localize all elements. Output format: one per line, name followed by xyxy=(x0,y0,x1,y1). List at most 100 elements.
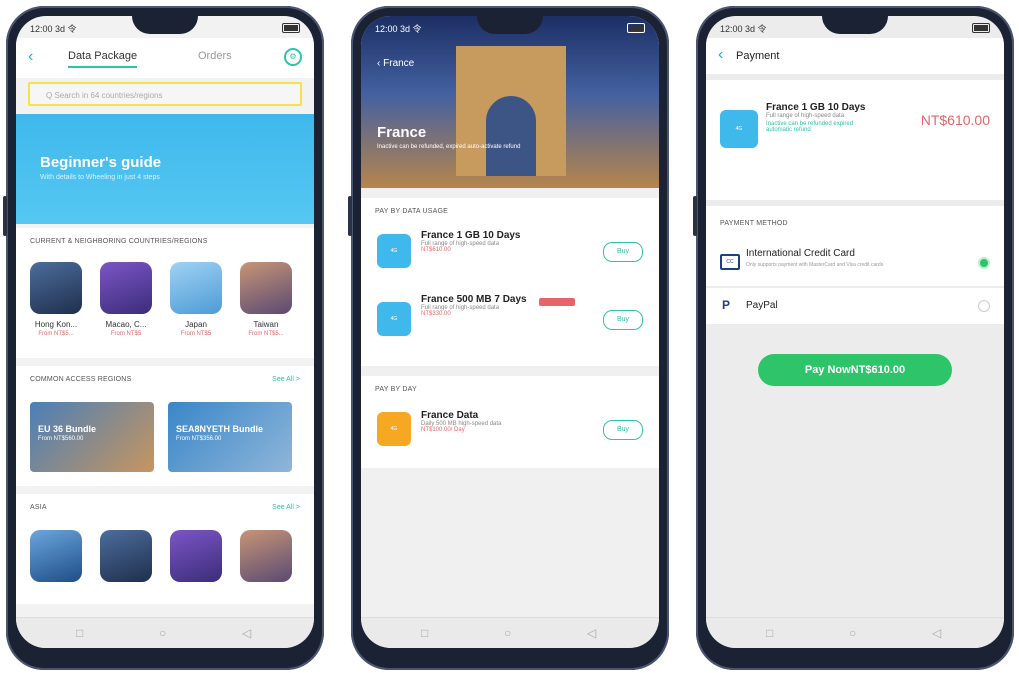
destination-name: Japan xyxy=(185,320,207,329)
buy-button[interactable]: Buy xyxy=(603,310,643,330)
product-desc: Full range of high-speed data xyxy=(766,113,845,119)
phone-data-package: 12:00 3d 令 ‹ Data Package Orders ⚙ Q Sea… xyxy=(3,6,324,670)
back-icon[interactable]: ‹ xyxy=(28,48,33,66)
tab-orders[interactable]: Orders xyxy=(198,50,232,62)
destination-thumb[interactable] xyxy=(30,530,82,582)
battery-icon xyxy=(972,23,990,33)
back-title[interactable]: ‹ France xyxy=(377,58,414,69)
back-nav-icon[interactable]: ◁ xyxy=(242,626,251,640)
destination-thumb[interactable] xyxy=(240,262,292,314)
system-nav-bar: □ ○ ◁ xyxy=(706,617,1004,648)
header: ‹ Payment xyxy=(706,38,1004,74)
package-title: France Data xyxy=(421,410,479,421)
section-title: CURRENT & NEIGHBORING COUNTRIES/REGIONS xyxy=(30,238,208,245)
package-icon: 4G xyxy=(377,234,411,268)
phone-france-packages: 12:00 3d 令 ‹ France France Inactive can … xyxy=(348,6,669,670)
radio-selected[interactable] xyxy=(978,257,990,269)
section-title: COMMON ACCESS REGIONS xyxy=(30,376,132,383)
see-all-link[interactable]: See All > xyxy=(272,504,300,511)
package-item[interactable]: France 1 GB 10 Days Full range of high-s… xyxy=(421,230,571,253)
phone-payment: 12:00 3d 令 ‹ Payment 4G France 1 GB 10 D… xyxy=(693,6,1014,670)
guide-title: Beginner's guide xyxy=(40,154,162,171)
destination-price: From NT$5... xyxy=(38,331,74,337)
back-icon[interactable]: ‹ xyxy=(718,46,723,64)
bundle-title: EU 36 Bundle xyxy=(38,424,97,434)
destination-thumb[interactable] xyxy=(170,262,222,314)
bundle-subtitle: From NT$356.00 xyxy=(176,436,222,442)
order-summary-card: 4G France 1 GB 10 Days Full range of hig… xyxy=(706,80,1004,200)
payment-method-header: PAYMENT METHOD xyxy=(706,206,1004,240)
destination-name: Macao, C... xyxy=(105,320,147,329)
destination-thumb[interactable] xyxy=(30,262,82,314)
bundle-banner[interactable]: EU 36 Bundle From NT$560.00 xyxy=(30,402,154,472)
battery-icon xyxy=(627,23,645,33)
system-nav-bar: □ ○ ◁ xyxy=(361,617,659,648)
package-icon: 4G xyxy=(377,412,411,446)
asia-card: ASIA See All > xyxy=(16,494,314,604)
recent-apps-icon[interactable]: □ xyxy=(421,626,428,640)
back-nav-icon[interactable]: ◁ xyxy=(932,626,941,640)
beginners-guide-banner[interactable]: Beginner's guide With details to Wheelin… xyxy=(16,114,314,224)
common-regions-card: COMMON ACCESS REGIONS See All > EU 36 Bu… xyxy=(16,366,314,486)
tab-data-package[interactable]: Data Package xyxy=(68,50,138,68)
credit-card-icon: CC xyxy=(720,254,740,270)
destination-thumb[interactable] xyxy=(240,530,292,582)
method-name: PayPal xyxy=(746,300,778,311)
pay-by-day-card: PAY BY DAY 4G France Data Daily 500 MB h… xyxy=(361,376,659,468)
back-icon[interactable]: ‹ xyxy=(377,58,380,69)
radio-unselected[interactable] xyxy=(978,300,990,312)
home-icon[interactable]: ○ xyxy=(159,626,166,640)
destination-price: From NT$5 xyxy=(180,331,212,337)
order-price: NT$610.00 xyxy=(920,112,990,128)
package-icon: 4G xyxy=(377,302,411,336)
status-time: 12:00 3d 令 xyxy=(375,24,422,34)
guide-subtitle: With details to Wheeling in just 4 steps xyxy=(40,174,160,181)
data-package-screen: 12:00 3d 令 ‹ Data Package Orders ⚙ Q Sea… xyxy=(16,16,314,648)
france-screen: 12:00 3d 令 ‹ France France Inactive can … xyxy=(361,16,659,648)
product-title: France 1 GB 10 Days xyxy=(766,102,866,113)
package-title: France 1 GB 10 Days xyxy=(421,230,521,241)
system-nav-bar: □ ○ ◁ xyxy=(16,617,314,648)
search-input[interactable]: Q Search in 64 countries/regions xyxy=(28,82,302,106)
section-title: PAY BY DAY xyxy=(375,386,417,393)
buy-button[interactable]: Buy xyxy=(603,242,643,262)
hero-note: Inactive can be refunded, expired auto-a… xyxy=(377,144,521,150)
status-time: 12:00 3d 令 xyxy=(30,24,77,34)
recent-apps-icon[interactable]: □ xyxy=(766,626,773,640)
paypal-icon: P xyxy=(722,298,731,312)
home-icon[interactable]: ○ xyxy=(849,626,856,640)
product-note: Inactive can be refunded expired automat… xyxy=(766,121,854,133)
recent-apps-icon[interactable]: □ xyxy=(76,626,83,640)
see-all-link[interactable]: See All > xyxy=(272,376,300,383)
page-title: Payment xyxy=(736,50,780,62)
destination-thumb[interactable] xyxy=(100,530,152,582)
payment-option-credit-card[interactable]: CC International Credit Card Only suppor… xyxy=(706,240,1004,286)
package-price: NT$330.00 xyxy=(421,311,451,317)
current-regions-card: CURRENT & NEIGHBORING COUNTRIES/REGIONS … xyxy=(16,228,314,358)
header-title: France xyxy=(383,58,415,69)
status-time: 12:00 3d 令 xyxy=(720,24,767,34)
package-item[interactable]: France Data Daily 500 MB high-speed data… xyxy=(421,410,571,433)
bundle-banner[interactable]: SEA8NYETH Bundle From NT$356.00 xyxy=(168,402,292,472)
back-nav-icon[interactable]: ◁ xyxy=(587,626,596,640)
bundle-title: SEA8NYETH Bundle xyxy=(176,424,264,434)
home-icon[interactable]: ○ xyxy=(504,626,511,640)
section-title: PAY BY DATA USAGE xyxy=(375,208,449,215)
payment-option-paypal[interactable]: P PayPal xyxy=(706,288,1004,324)
bundle-subtitle: From NT$560.00 xyxy=(38,436,84,442)
package-price: NT$610.00 xyxy=(421,247,451,253)
payment-screen: 12:00 3d 令 ‹ Payment 4G France 1 GB 10 D… xyxy=(706,16,1004,648)
package-price: NT$100.00/ Day xyxy=(421,427,465,433)
destination-name: Hong Kon... xyxy=(34,320,78,329)
pay-by-usage-card: PAY BY DATA USAGE 4G France 1 GB 10 Days… xyxy=(361,198,659,366)
order-item: France 1 GB 10 Days Full range of high-s… xyxy=(766,102,866,133)
country-title: France xyxy=(377,124,427,141)
destination-thumb[interactable] xyxy=(100,262,152,314)
pay-now-button[interactable]: Pay NowNT$610.00 xyxy=(758,354,952,386)
section-title: ASIA xyxy=(30,504,47,511)
method-desc: Only supports payment with MasterCard an… xyxy=(746,262,884,268)
buy-button[interactable]: Buy xyxy=(603,420,643,440)
settings-icon[interactable]: ⚙ xyxy=(284,48,302,66)
destination-thumb[interactable] xyxy=(170,530,222,582)
battery-icon xyxy=(282,23,300,33)
